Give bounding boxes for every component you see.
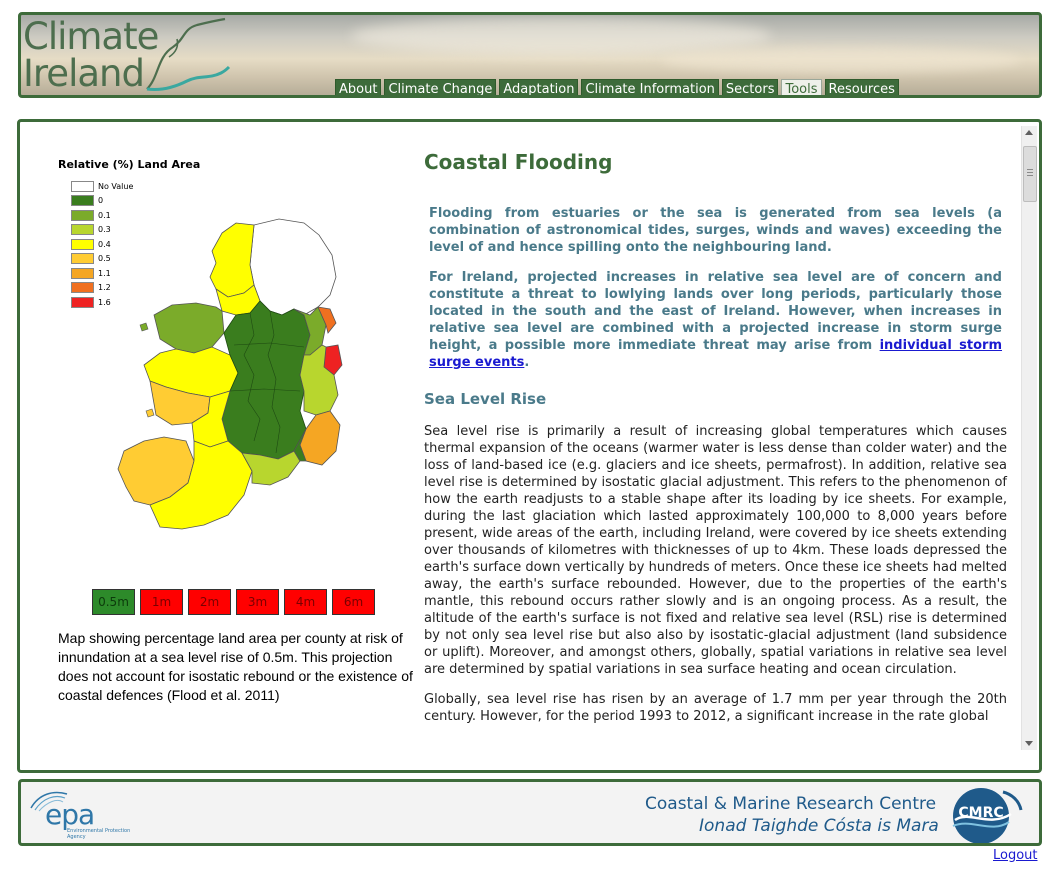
tab-climate-information[interactable]: Climate Information [581,79,719,95]
article-body: Sea level rise is primarily a result of … [424,423,1007,725]
main-content: Relative (%) Land Area No Value 0 0.1 0.3 0.… [17,119,1042,773]
ireland-swirl-icon [146,17,231,91]
article-intro: Flooding from estuaries or the sea is ge… [429,205,1002,371]
article-title: Coastal Flooding [424,150,613,174]
legend-swatch [71,238,94,250]
intro-paragraph: Flooding from estuaries or the sea is ge… [429,206,1002,255]
body-paragraph: Globally, sea level rise has risen by an… [424,692,1007,724]
map-region-donegal [209,222,255,298]
tab-sectors[interactable]: Sectors [721,79,779,95]
legend-swatch [71,195,94,207]
map-title: Relative (%) Land Area [58,158,201,171]
sky-cloud [661,47,1021,73]
scroll-thumb[interactable] [1023,146,1037,202]
main-nav: About Climate Change Adaptation Climate … [335,79,899,95]
tab-resources[interactable]: Resources [824,79,899,95]
legend-swatch [71,296,94,308]
epa-word: epa [45,798,95,831]
sea-level-selector: 0.5m 1m 2m 3m 4m 6m [92,589,375,615]
section-title: Sea Level Rise [424,390,547,408]
legend-swatch [71,180,94,192]
body-paragraph: Sea level rise is primarily a result of … [424,424,1007,677]
legend-swatch [71,282,94,294]
cmrc-name-english: Coastal & Marine Research Centre [645,794,937,814]
slr-button-1m[interactable]: 1m [140,589,183,615]
intro-paragraph: For Ireland, projected increases in rela… [429,269,1002,371]
logout-link[interactable]: Logout [993,848,1038,863]
content-scrollbar[interactable] [1021,126,1037,750]
epa-subtitle: Environmental Protection Agency [67,828,131,840]
slr-button-0-5m[interactable]: 0.5m [92,589,135,615]
map-caption: Map showing percentage land area per cou… [58,630,413,703]
ireland-county-map[interactable] [104,215,344,545]
tab-about[interactable]: About [335,79,382,95]
cmrc-logo[interactable]: CMRC [949,784,1023,846]
article: Coastal Flooding Flooding from estuaries… [424,150,1011,750]
scroll-down-icon[interactable] [1025,741,1033,746]
legend-label: 0 [98,196,104,206]
tab-adaptation[interactable]: Adaptation [499,79,579,95]
grip-line [1027,169,1033,170]
legend-swatch [71,224,94,236]
sky-cloud [351,17,771,55]
scroll-up-icon[interactable] [1025,130,1033,135]
map-region-no-value [249,218,337,316]
legend-swatch [71,267,94,279]
cmrc-name-irish: Ionad Taighde Cósta is Mara [699,816,939,836]
slr-button-2m[interactable]: 2m [188,589,231,615]
site-footer: epa Environmental Protection Agency Coas… [18,779,1042,846]
legend-label: No Value [98,181,134,191]
map-region-midlands [221,300,311,460]
slr-button-6m[interactable]: 6m [332,589,375,615]
slr-button-3m[interactable]: 3m [236,589,279,615]
slr-button-4m[interactable]: 4m [284,589,327,615]
cmrc-badge-text: CMRC [958,805,1003,821]
site-header: Climate Ireland About Climate Change Ada… [18,12,1042,98]
legend-swatch [71,209,94,221]
legend-row: 0 [71,194,133,209]
grip-line [1027,175,1033,176]
map-region-wexford [299,410,341,466]
epa-logo[interactable]: epa Environmental Protection Agency [27,786,137,841]
tab-tools[interactable]: Tools [781,79,822,95]
grip-line [1027,172,1033,173]
intro-end: . [524,355,530,370]
map-region-mayo [153,302,225,354]
tab-climate-change[interactable]: Climate Change [384,79,497,95]
legend-row: No Value [71,179,133,194]
legend-swatch [71,253,94,265]
